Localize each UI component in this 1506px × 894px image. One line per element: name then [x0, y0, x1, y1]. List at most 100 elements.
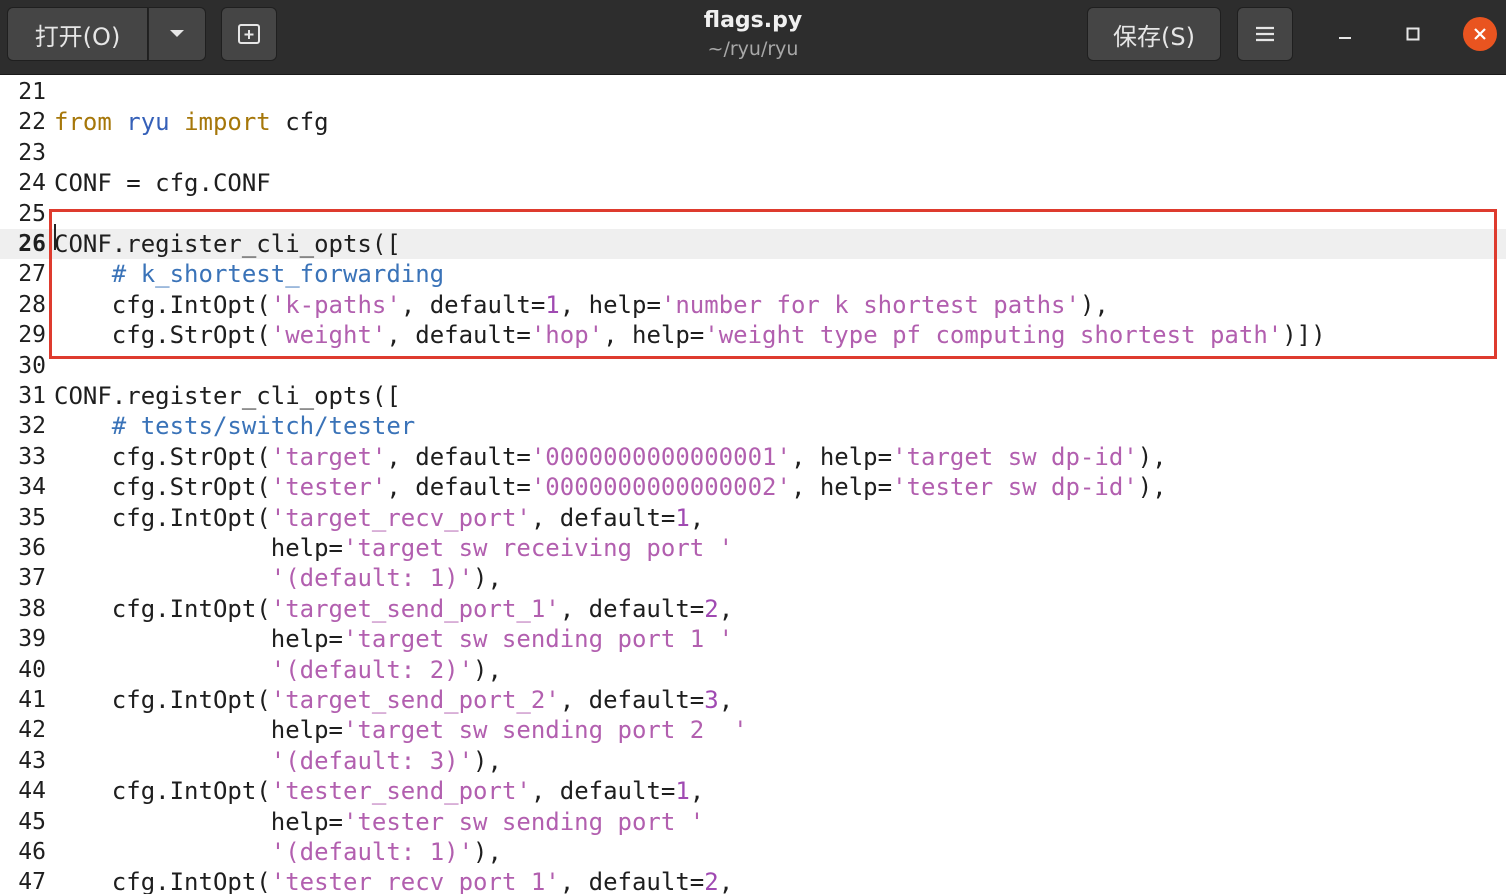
code-text: from ryu import cfg	[54, 107, 329, 137]
code-token: 'weight'	[270, 321, 387, 350]
code-token: cfg.StrOpt(	[54, 321, 271, 350]
line-number: 47	[18, 869, 46, 894]
code-token: 'tester sw dp-id'	[892, 473, 1138, 502]
code-text: CONF.register_cli_opts([	[54, 381, 401, 411]
code-text: help='target sw receiving port '	[54, 533, 733, 563]
code-token: )])	[1282, 321, 1326, 350]
code-line[interactable]: 27 # k_shortest_forwarding	[0, 259, 1506, 289]
code-token: cfg	[270, 108, 329, 137]
code-token: ),	[1137, 442, 1167, 471]
code-line[interactable]: 46 '(default: 1)'),	[0, 837, 1506, 867]
code-text: cfg.StrOpt('weight', default='hop', help…	[54, 320, 1326, 350]
code-line[interactable]: 30	[0, 351, 1506, 381]
code-token: , help=	[603, 321, 705, 350]
new-tab-icon	[238, 24, 260, 44]
code-line[interactable]: 43 '(default: 3)'),	[0, 746, 1506, 776]
code-token: 3	[704, 686, 719, 714]
code-text: '(default: 1)'),	[54, 837, 502, 867]
code-line[interactable]: 31 CONF.register_cli_opts([	[0, 381, 1506, 411]
line-number: 25	[18, 200, 46, 227]
code-token: '(default: 2)'	[270, 655, 474, 684]
code-token: 'tester'	[270, 473, 387, 502]
code-token: 'tester_recv_port_1'	[270, 868, 560, 894]
line-number: 30	[18, 352, 46, 379]
code-line[interactable]: 32 # tests/switch/tester	[0, 411, 1506, 441]
code-line[interactable]: 36 help='target sw receiving port '	[0, 533, 1506, 563]
code-token: ,	[718, 868, 734, 894]
code-line[interactable]: 21	[0, 77, 1506, 107]
code-line[interactable]: 26 CONF.register_cli_opts([	[0, 229, 1506, 260]
open-dropdown-button[interactable]	[148, 7, 206, 61]
code-token: cfg.IntOpt(	[54, 686, 271, 714]
code-token: cfg.IntOpt(	[54, 290, 271, 319]
maximize-button[interactable]	[1396, 17, 1430, 51]
code-token: , default=	[386, 321, 531, 350]
line-number: 40	[18, 656, 46, 683]
line-number: 39	[18, 626, 46, 653]
text-cursor	[54, 224, 56, 250]
line-number: 32	[18, 413, 46, 440]
close-button[interactable]	[1463, 17, 1497, 51]
code-token: ),	[473, 838, 502, 866]
header-bar: 打开(O) flags.py ~/ryu/ryu 保存(S)	[0, 0, 1506, 75]
code-token: help=	[54, 625, 343, 654]
code-token: 'target sw receiving port '	[342, 534, 734, 562]
code-token: 'target'	[270, 442, 387, 471]
code-line[interactable]: 39 help='target sw sending port 1 '	[0, 624, 1506, 654]
code-text: cfg.StrOpt('target', default='0000000000…	[54, 442, 1167, 472]
code-line[interactable]: 35 cfg.IntOpt('target_recv_port', defaul…	[0, 503, 1506, 533]
code-token: 'tester sw sending port '	[342, 807, 705, 836]
code-line[interactable]: 47 cfg.IntOpt('tester_recv_port_1', defa…	[0, 867, 1506, 894]
line-number: 41	[18, 687, 46, 713]
open-button[interactable]: 打开(O)	[7, 7, 148, 61]
code-line[interactable]: 40 '(default: 2)'),	[0, 655, 1506, 685]
maximize-icon	[1406, 27, 1420, 41]
hamburger-menu-icon	[1256, 26, 1274, 42]
code-line[interactable]: 24 CONF = cfg.CONF	[0, 168, 1506, 198]
code-token: , default=	[530, 777, 676, 806]
minimize-icon	[1339, 37, 1351, 39]
code-line[interactable]: 25	[0, 199, 1506, 229]
code-token: 'target sw sending port 2 '	[342, 716, 748, 745]
save-button[interactable]: 保存(S)	[1087, 7, 1221, 61]
code-line[interactable]: 33 cfg.StrOpt('target', default='0000000…	[0, 442, 1506, 472]
menu-button[interactable]	[1237, 7, 1293, 61]
code-line[interactable]: 28 cfg.IntOpt('k-paths', default=1, help…	[0, 290, 1506, 320]
code-text: cfg.IntOpt('tester_recv_port_1', default…	[54, 867, 733, 894]
code-token: cfg.IntOpt(	[54, 503, 271, 532]
code-token: 2	[704, 594, 719, 623]
code-text: cfg.IntOpt('target_send_port_1', default…	[54, 594, 733, 624]
code-token: ,	[718, 594, 734, 623]
code-line[interactable]: 23	[0, 138, 1506, 168]
code-token: ),	[473, 564, 502, 593]
line-number: 38	[18, 595, 46, 622]
code-token: , help=	[559, 290, 661, 319]
code-line[interactable]: 29 cfg.StrOpt('weight', default='hop', h…	[0, 320, 1506, 350]
code-line[interactable]: 41 cfg.IntOpt('target_send_port_2', defa…	[0, 685, 1506, 715]
code-line[interactable]: 22 from ryu import cfg	[0, 107, 1506, 137]
code-token: ),	[1079, 290, 1109, 319]
code-line[interactable]: 37 '(default: 1)'),	[0, 563, 1506, 593]
minimize-button[interactable]	[1328, 17, 1362, 51]
new-tab-button[interactable]	[221, 7, 277, 61]
line-number: 37	[18, 565, 46, 592]
line-number: 34	[18, 474, 46, 501]
code-line[interactable]: 44 cfg.IntOpt('tester_send_port', defaul…	[0, 776, 1506, 806]
code-token: ,	[718, 686, 734, 714]
code-token: ),	[473, 746, 502, 775]
code-line[interactable]: 45 help='tester sw sending port '	[0, 807, 1506, 837]
code-token: , default=	[530, 503, 676, 532]
code-token: , help=	[790, 442, 893, 471]
code-line[interactable]: 38 cfg.IntOpt('target_send_port_1', defa…	[0, 594, 1506, 624]
code-token: 'target_send_port_2'	[270, 686, 560, 714]
code-token: ),	[473, 655, 502, 684]
code-line[interactable]: 34 cfg.StrOpt('tester', default='0000000…	[0, 472, 1506, 502]
code-editor[interactable]: 21 22 from ryu import cfg 23 24 CONF = cfg.CO…	[0, 75, 1506, 894]
code-token: 'weight type pf computing shortest path'	[704, 321, 1283, 350]
code-line[interactable]: 42 help='target sw sending port 2 '	[0, 715, 1506, 745]
code-token: '(default: 1)'	[270, 838, 474, 866]
